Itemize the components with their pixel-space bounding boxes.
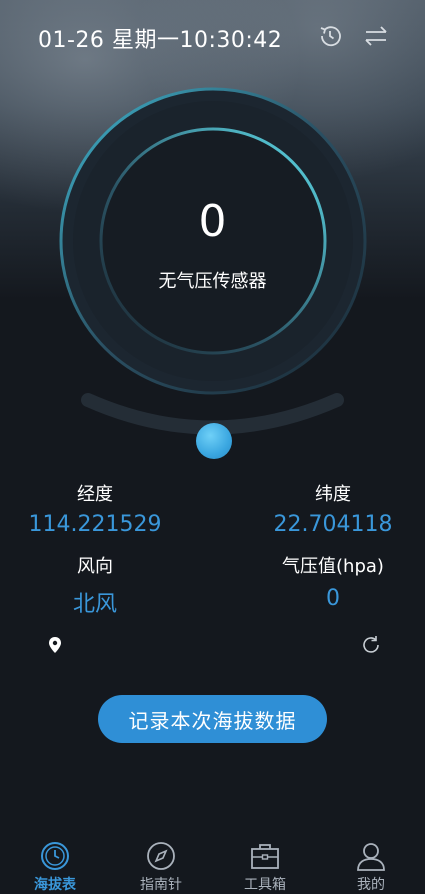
tab-toolbox[interactable]: 工具箱 [220,830,310,893]
tab-compass[interactable]: 指南针 [116,830,206,893]
wind-direction-label: 风向 [77,556,113,577]
tab-label: 指南针 [140,877,182,893]
longitude-value: 114.221529 [28,512,162,537]
latitude-label: 纬度 [315,484,351,505]
weekday-text: 星期一 [111,28,180,53]
status-bar: 01-26 星期一10:30:42 [0,0,425,72]
bottom-tab-bar: 海拔表 指南针 工具箱 我的 [0,830,425,893]
history-icon[interactable] [316,22,344,50]
tab-altimeter[interactable]: 海拔表 [10,830,100,893]
wind-direction-value: 北风 [72,592,117,617]
longitude-label: 经度 [77,484,113,505]
clock-icon [41,842,69,870]
compass-icon [147,842,175,870]
person-icon [357,843,385,871]
tab-label: 海拔表 [34,877,76,893]
swap-icon[interactable] [362,22,390,50]
pressure-value: 0 [326,586,340,611]
pressure-label: 气压值(hpa) [282,556,384,577]
time-text: 10:30:42 [179,28,283,53]
latitude-value: 22.704118 [273,512,393,537]
tab-profile[interactable]: 我的 [326,830,416,893]
record-altitude-button[interactable]: 记录本次海拔数据 [98,695,327,743]
slider-knob[interactable] [196,423,232,459]
date-text: 01-26 [38,28,105,53]
refresh-icon[interactable] [360,634,382,656]
tab-label: 工具箱 [244,877,286,893]
tab-label: 我的 [357,877,385,893]
datetime: 01-26 星期一10:30:42 [38,22,282,54]
toolbox-icon [251,844,279,869]
location-pin-icon[interactable] [46,636,64,654]
sensor-status-label: 无气压传感器 [158,271,267,292]
altitude-value: 0 [198,196,227,247]
